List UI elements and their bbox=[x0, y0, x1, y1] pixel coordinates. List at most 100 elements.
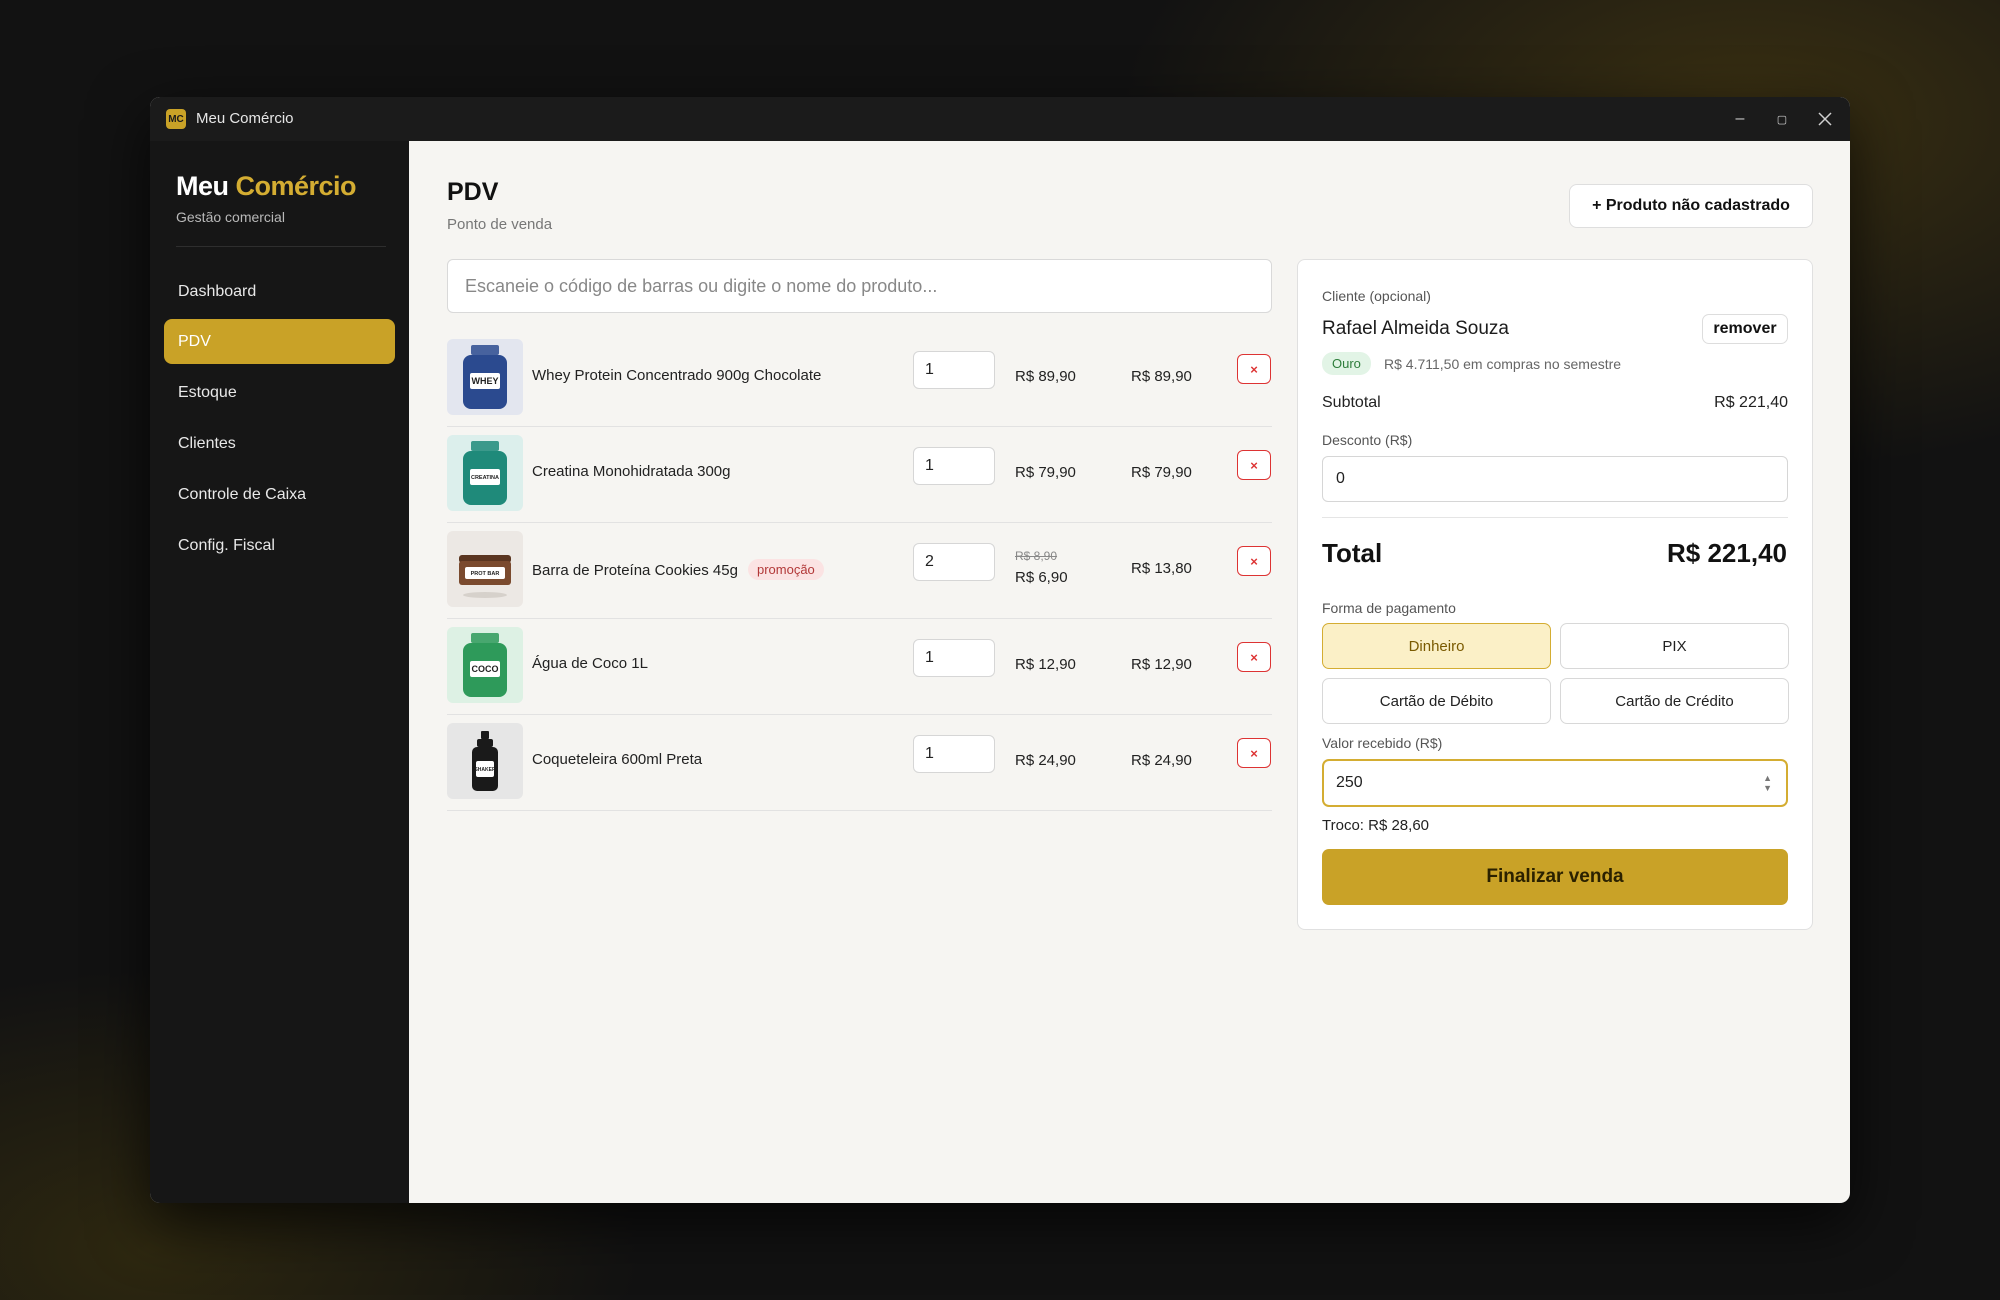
sidebar-item-config-fiscal[interactable]: Config. Fiscal bbox=[164, 523, 395, 568]
creatine-jar-icon: CREATINA bbox=[447, 435, 523, 511]
sidebar: Meu Comércio Gestão comercial Dashboard … bbox=[150, 141, 409, 1203]
sidebar-item-estoque[interactable]: Estoque bbox=[164, 370, 395, 415]
remove-item-icon[interactable]: × bbox=[1237, 738, 1271, 768]
thumb-label: COCO bbox=[472, 664, 499, 674]
sidebar-item-label: Clientes bbox=[178, 434, 236, 452]
finalize-sale-button[interactable]: Finalizar venda bbox=[1322, 849, 1788, 905]
tier-note: R$ 4.711,50 em compras no semestre bbox=[1384, 356, 1622, 372]
thumb-label: CREATINA bbox=[471, 475, 499, 481]
close-icon[interactable] bbox=[1805, 105, 1845, 133]
product-name-text: Água de Coco 1L bbox=[532, 655, 648, 672]
page-subtitle: Ponto de venda bbox=[447, 216, 553, 233]
brand-subtitle: Gestão comercial bbox=[176, 209, 285, 225]
thumb-label: SHAKER bbox=[474, 767, 496, 773]
unit-price: R$ 89,90 bbox=[1015, 368, 1076, 385]
sidebar-item-label: PDV bbox=[178, 332, 211, 350]
sidebar-item-label: Config. Fiscal bbox=[178, 536, 275, 554]
maximize-icon[interactable]: ▢ bbox=[1762, 105, 1802, 133]
remove-item-icon[interactable]: × bbox=[1237, 450, 1271, 480]
sidebar-item-label: Controle de Caixa bbox=[178, 485, 307, 503]
product-name: Creatina Monohidratada 300g bbox=[532, 463, 730, 480]
unit-price: R$ 6,90 bbox=[1015, 569, 1068, 586]
cart-row: COCO Água de Coco 1L R$ 12,90 R$ 12,90 × bbox=[447, 619, 1272, 715]
product-name: Whey Protein Concentrado 900g Chocolate bbox=[532, 367, 821, 384]
cart-row: SHAKER Coqueteleira 600ml Preta R$ 24,90 R$… bbox=[447, 715, 1272, 811]
remove-item-icon[interactable]: × bbox=[1237, 354, 1271, 384]
promo-badge: promoção bbox=[747, 559, 824, 580]
sidebar-item-label: Estoque bbox=[178, 383, 237, 401]
subtotal-row: Subtotal R$ 221,40 bbox=[1322, 394, 1788, 412]
line-total: R$ 89,90 bbox=[1131, 368, 1192, 385]
product-search-input[interactable] bbox=[447, 259, 1272, 313]
shaker-bottle-icon: SHAKER bbox=[447, 723, 523, 799]
line-total: R$ 24,90 bbox=[1131, 752, 1192, 769]
quantity-input[interactable] bbox=[913, 543, 995, 581]
cart-row: PROT BAR Barra de Proteína Cookies 45g pro… bbox=[447, 523, 1272, 619]
line-total: R$ 13,80 bbox=[1131, 560, 1192, 577]
product-name: Coqueteleira 600ml Preta bbox=[532, 751, 702, 768]
line-total: R$ 79,90 bbox=[1131, 464, 1192, 481]
title-bar: MC Meu Comércio – ▢ bbox=[150, 97, 1850, 141]
sidebar-item-clientes[interactable]: Clientes bbox=[164, 421, 395, 466]
coconut-water-icon: COCO bbox=[447, 627, 523, 703]
quantity-input[interactable] bbox=[913, 639, 995, 677]
cart-row: WHEY Whey Protein Concentrado 900g Chocol… bbox=[447, 331, 1272, 427]
page-title: PDV bbox=[447, 178, 499, 206]
payment-credit-button[interactable]: Cartão de Crédito bbox=[1560, 678, 1789, 724]
product-name: Água de Coco 1L bbox=[532, 655, 648, 672]
subtotal-value: R$ 221,40 bbox=[1714, 394, 1788, 411]
cart-row: CREATINA Creatina Monohidratada 300g R$ 79… bbox=[447, 427, 1272, 523]
remove-customer-button[interactable]: remover bbox=[1702, 314, 1788, 344]
sidebar-item-pdv[interactable]: PDV bbox=[164, 319, 395, 364]
old-unit-price: R$ 8,90 bbox=[1015, 549, 1058, 563]
line-total: R$ 12,90 bbox=[1131, 656, 1192, 673]
thumb-label: PROT BAR bbox=[471, 571, 500, 577]
minimize-icon[interactable]: – bbox=[1720, 105, 1760, 133]
change-amount: Troco: R$ 28,60 bbox=[1322, 817, 1429, 834]
sidebar-item-dashboard[interactable]: Dashboard bbox=[164, 269, 395, 314]
quantity-input[interactable] bbox=[913, 735, 995, 773]
tier-badge: Ouro bbox=[1322, 352, 1371, 375]
app-window: MC Meu Comércio – ▢ Meu Comércio Gestão … bbox=[150, 97, 1850, 1203]
brand-logo: Meu Comércio bbox=[176, 171, 357, 202]
unit-price: R$ 24,90 bbox=[1015, 752, 1076, 769]
remove-item-icon[interactable]: × bbox=[1237, 546, 1271, 576]
customer-label: Cliente (opcional) bbox=[1322, 288, 1431, 304]
thumb-label: WHEY bbox=[472, 376, 499, 386]
protein-bar-icon: PROT BAR bbox=[447, 531, 523, 607]
received-amount-label: Valor recebido (R$) bbox=[1322, 735, 1443, 751]
unit-price: R$ 79,90 bbox=[1015, 464, 1076, 481]
discount-input[interactable] bbox=[1322, 456, 1788, 502]
product-name-text: Coqueteleira 600ml Preta bbox=[532, 751, 703, 768]
discount-label: Desconto (R$) bbox=[1322, 432, 1413, 448]
total-label: Total bbox=[1322, 538, 1383, 568]
product-name-text: Whey Protein Concentrado 900g Chocolate bbox=[532, 367, 822, 384]
remove-item-icon[interactable]: × bbox=[1237, 642, 1271, 672]
payment-cash-button[interactable]: Dinheiro bbox=[1322, 623, 1551, 669]
received-amount-value: 250 bbox=[1336, 774, 1363, 791]
received-amount-input[interactable]: 250 ▲ ▼ bbox=[1322, 759, 1788, 807]
number-spinner-icon[interactable]: ▲ ▼ bbox=[1763, 773, 1772, 793]
sidebar-divider bbox=[176, 246, 386, 247]
payment-debit-button[interactable]: Cartão de Débito bbox=[1322, 678, 1551, 724]
window-title: Meu Comércio bbox=[196, 110, 294, 127]
product-name: Barra de Proteína Cookies 45g promoção bbox=[532, 559, 824, 580]
sidebar-item-label: Dashboard bbox=[178, 282, 257, 300]
sidebar-item-controle-caixa[interactable]: Controle de Caixa bbox=[164, 472, 395, 517]
total-value: R$ 221,40 bbox=[1667, 538, 1787, 568]
subtotal-label: Subtotal bbox=[1322, 394, 1381, 411]
total-divider bbox=[1322, 517, 1788, 518]
whey-jar-icon: WHEY bbox=[447, 339, 523, 415]
unit-price: R$ 12,90 bbox=[1015, 656, 1076, 673]
customer-name: Rafael Almeida Souza bbox=[1322, 318, 1509, 339]
app-logo-icon: MC bbox=[166, 109, 186, 129]
quantity-input[interactable] bbox=[913, 351, 995, 389]
add-unregistered-product-button[interactable]: + Produto não cadastrado bbox=[1569, 184, 1813, 228]
payment-method-label: Forma de pagamento bbox=[1322, 600, 1456, 616]
quantity-input[interactable] bbox=[913, 447, 995, 485]
main-content: PDV Ponto de venda + Produto não cadastr… bbox=[409, 141, 1850, 1203]
product-name-text: Creatina Monohidratada 300g bbox=[532, 463, 731, 480]
checkout-panel: Cliente (opcional) Rafael Almeida Souza … bbox=[1297, 259, 1813, 930]
payment-pix-button[interactable]: PIX bbox=[1560, 623, 1789, 669]
brand-accent: Comércio bbox=[235, 171, 357, 201]
